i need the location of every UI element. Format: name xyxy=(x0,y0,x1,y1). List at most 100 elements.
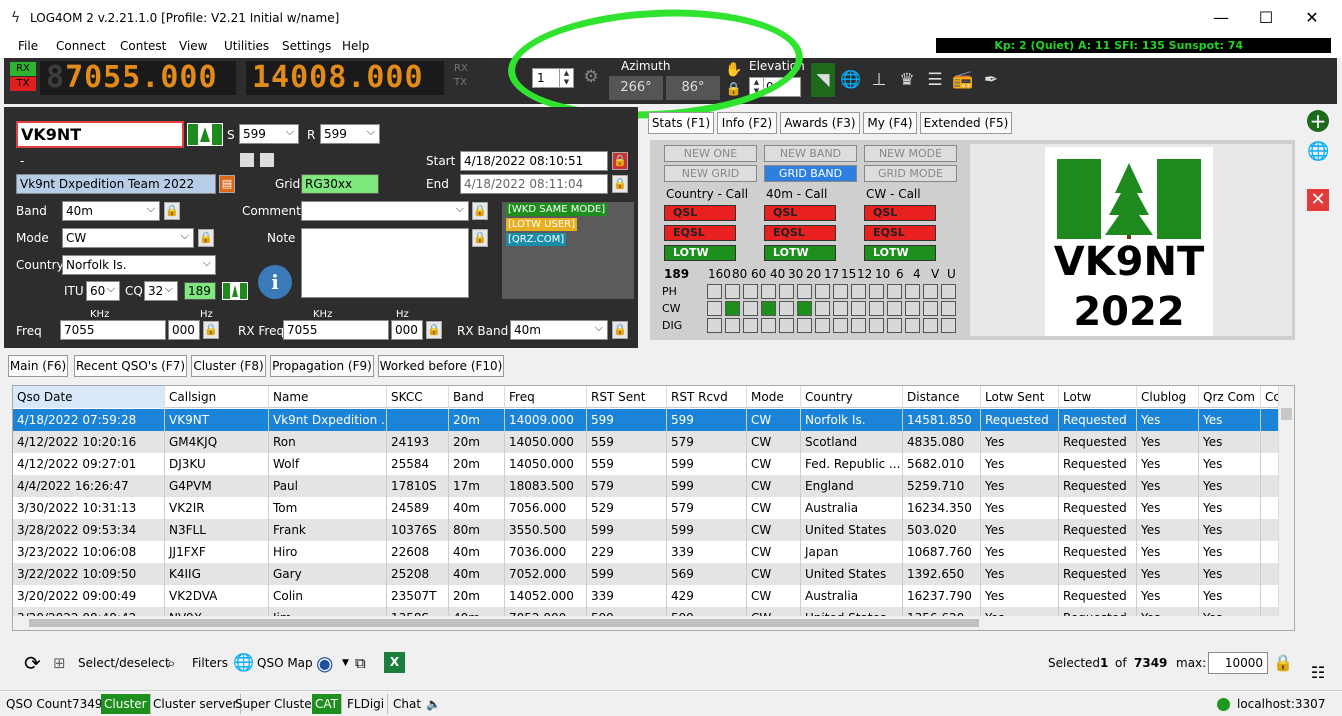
fldigi-status[interactable]: FLDigi xyxy=(344,694,389,714)
end-datetime[interactable]: 4/18/2022 08:11:04 xyxy=(460,174,608,194)
freq-hz-input[interactable]: 000 xyxy=(168,320,200,340)
table-row[interactable]: 4/4/2022 16:26:47 G4PVM Paul 17810S 17m 18083… xyxy=(13,475,1280,497)
menu-list-icon[interactable]: ☷ xyxy=(1307,662,1329,684)
crown-icon[interactable]: ♛ xyxy=(896,69,918,91)
callsign-input[interactable]: VK9NT xyxy=(16,121,184,148)
world-icon[interactable]: 🌐 xyxy=(1307,141,1329,163)
end-lock-icon[interactable]: 🔒 xyxy=(612,175,628,193)
super-cluster-status[interactable]: Super Cluster xyxy=(232,694,321,714)
vertical-scrollbar[interactable] xyxy=(1278,386,1294,630)
minimize-button[interactable]: — xyxy=(1198,6,1244,32)
band-lock-icon[interactable]: 🔒 xyxy=(164,202,180,220)
table-row[interactable]: 4/12/2022 10:20:16 GM4KJQ Ron 24193 20m 14050… xyxy=(13,431,1280,453)
column-header[interactable]: Band xyxy=(449,386,505,408)
stack-icon[interactable]: ☰ xyxy=(924,69,946,91)
refresh-icon[interactable]: ⟳ xyxy=(24,648,41,678)
speaker-icon[interactable]: 🔈 xyxy=(423,694,444,714)
note-input[interactable] xyxy=(301,228,469,298)
cluster-status[interactable]: Cluster xyxy=(101,694,151,714)
rxfreq-hz-input[interactable]: 000 xyxy=(391,320,423,340)
column-header[interactable]: Mode xyxy=(747,386,801,408)
rxband-select[interactable]: 40m xyxy=(510,320,608,340)
filter-icon[interactable]: ⌕ xyxy=(167,648,175,678)
rxband-lock-icon[interactable]: 🔒 xyxy=(612,321,628,339)
column-header[interactable]: Clublog xyxy=(1137,386,1199,408)
chat-status[interactable]: Chat xyxy=(390,694,424,714)
menu-file[interactable]: File xyxy=(18,39,38,53)
horizontal-scroll-thumb[interactable] xyxy=(29,619,979,627)
column-header[interactable]: RST Sent xyxy=(587,386,667,408)
column-header[interactable]: Callsign xyxy=(165,386,269,408)
menu-view[interactable]: View xyxy=(179,39,207,53)
tab-propagation[interactable]: Propagation (F9) xyxy=(270,355,374,377)
column-header[interactable]: Lotw Sent xyxy=(981,386,1059,408)
column-header[interactable]: Qrz Com xyxy=(1199,386,1261,408)
column-header[interactable]: RST Rcvd xyxy=(667,386,747,408)
horizontal-scrollbar[interactable] xyxy=(13,616,1280,630)
maximize-button[interactable]: ☐ xyxy=(1243,6,1289,32)
cat-status[interactable]: CAT xyxy=(312,694,342,714)
grid-input[interactable]: RG30xx xyxy=(301,174,379,194)
add-icon[interactable]: + xyxy=(1307,110,1329,132)
antenna-icon[interactable]: ⊥ xyxy=(868,69,890,91)
rst-sent-select[interactable]: 599 xyxy=(239,124,299,144)
vertical-scroll-thumb[interactable] xyxy=(1281,408,1292,420)
menu-contest[interactable]: Contest xyxy=(120,39,166,53)
column-header[interactable]: Lotw xyxy=(1059,386,1137,408)
menu-help[interactable]: Help xyxy=(342,39,369,53)
comment-lock-icon[interactable]: 🔒 xyxy=(472,202,488,220)
menu-settings[interactable]: Settings xyxy=(282,39,331,53)
table-row[interactable]: 3/20/2022 09:00:49 VK2DVA Colin 23507T 20m 14… xyxy=(13,585,1280,607)
pen-icon[interactable]: ✒ xyxy=(980,69,1002,91)
small-button-1[interactable] xyxy=(240,153,254,167)
cluster-server-status[interactable]: Cluster server xyxy=(150,694,242,714)
signal-icon[interactable]: ◥ xyxy=(811,63,835,97)
table-row[interactable]: 3/23/2022 10:06:08 JJ1FXF Hiro 22608 40m 7036… xyxy=(13,541,1280,563)
column-header[interactable]: Country xyxy=(801,386,903,408)
max-lock-icon[interactable]: 🔒 xyxy=(1273,648,1293,678)
max-input[interactable]: 10000 xyxy=(1208,652,1268,674)
small-button-2[interactable] xyxy=(260,153,274,167)
name-input[interactable]: Vk9nt Dxpedition Team 2022 xyxy=(16,174,216,194)
itu-select[interactable]: 60 xyxy=(86,281,120,301)
tab-cluster[interactable]: Cluster (F8) xyxy=(191,355,266,377)
tab-recent-qsos[interactable]: Recent QSO's (F7) xyxy=(74,355,187,377)
name-lookup-icon[interactable]: ▤ xyxy=(219,175,235,193)
menu-connect[interactable]: Connect xyxy=(56,39,106,53)
column-header[interactable]: Distance xyxy=(903,386,981,408)
close-button[interactable]: ✕ xyxy=(1289,6,1335,32)
tab-extended[interactable]: Extended (F5) xyxy=(920,112,1012,134)
select-deselect-button[interactable]: Select/deselect xyxy=(78,648,170,678)
table-row[interactable]: 3/30/2022 10:31:13 VK2IR Tom 24589 40m 7056.0… xyxy=(13,497,1280,519)
comment-input[interactable] xyxy=(301,201,469,221)
note-lock-icon[interactable]: 🔒 xyxy=(472,229,488,247)
table-row[interactable]: 3/22/2022 10:09:50 K4IIG Gary 25208 40m 7052.… xyxy=(13,563,1280,585)
rxfreq-lock-icon[interactable]: 🔒 xyxy=(426,321,442,339)
start-lock-icon[interactable]: 🔒 xyxy=(612,152,628,170)
excel-icon[interactable]: X xyxy=(384,652,405,673)
tag-qrz[interactable]: [QRZ.COM] xyxy=(506,233,567,246)
delete-icon[interactable]: ✕ xyxy=(1307,189,1329,211)
column-header[interactable]: Name xyxy=(269,386,387,408)
cq-select[interactable]: 32 xyxy=(144,281,178,301)
column-header[interactable]: SKCC xyxy=(387,386,449,408)
tab-main[interactable]: Main (F6) xyxy=(8,355,68,377)
dropdown-icon[interactable]: ▼ xyxy=(342,648,349,678)
freq-lock-icon[interactable]: 🔒 xyxy=(203,321,219,339)
freq-input[interactable]: 7055 xyxy=(60,320,166,340)
rst-rcvd-select[interactable]: 599 xyxy=(320,124,380,144)
tab-awards[interactable]: Awards (F3) xyxy=(780,112,860,134)
select-icon[interactable]: ⊞ xyxy=(53,648,66,678)
tab-my[interactable]: My (F4) xyxy=(863,112,917,134)
band-select[interactable]: 40m xyxy=(62,201,160,221)
info-icon[interactable]: i xyxy=(258,265,292,299)
rxfreq-input[interactable]: 7055 xyxy=(283,320,389,340)
table-row[interactable]: 4/12/2022 09:27:01 DJ3KU Wolf 25584 20m 14050… xyxy=(13,453,1280,475)
window-icon[interactable]: ⧉ xyxy=(355,648,366,678)
column-header[interactable]: Qso Date xyxy=(13,386,165,408)
google-earth-icon[interactable]: ◉ xyxy=(316,648,333,678)
mode-select[interactable]: CW xyxy=(62,228,194,248)
tab-info[interactable]: Info (F2) xyxy=(717,112,777,134)
qso-map-button[interactable]: QSO Map xyxy=(257,648,313,678)
table-row[interactable]: 4/18/2022 07:59:28 VK9NT Vk9nt Dxpedition … xyxy=(13,409,1280,431)
